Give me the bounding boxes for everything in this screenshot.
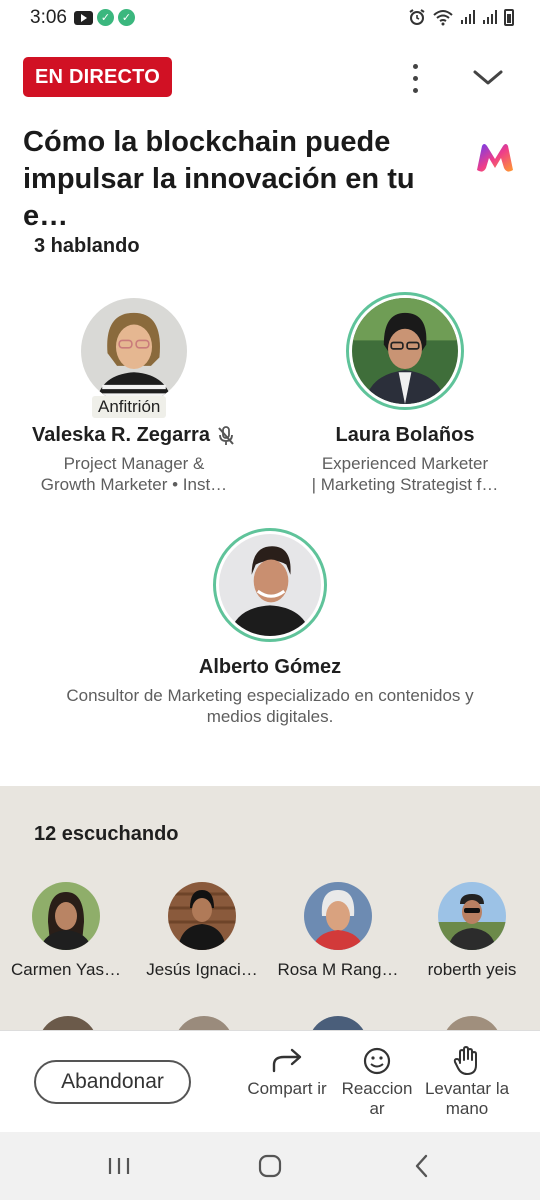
speaker-bio-line: Consultor de Marketing especializado en …: [66, 686, 474, 705]
listener-item[interactable]: roberth yeis: [406, 882, 538, 980]
speaker-bio-line: Project Manager &: [63, 454, 205, 473]
react-button[interactable]: Reaccion ar: [333, 1045, 421, 1123]
avatar: [168, 882, 236, 950]
alarm-icon: [409, 9, 425, 25]
live-badge: EN DIRECTO: [23, 57, 172, 97]
listener-name: Rosa M Rang…: [277, 960, 399, 979]
speaker-bio-line: Growth Marketer • Inst…: [40, 475, 228, 494]
more-vertical-icon: [412, 63, 418, 69]
react-label: Reaccion ar: [341, 1079, 413, 1118]
speaker-name: Valeska R. Zegarra: [32, 424, 210, 446]
check-circle-icon: ✓: [118, 9, 135, 26]
listener-name: Carmen Yas…: [11, 960, 121, 979]
speaker-card[interactable]: Laura Bolaños Experienced Marketer | Mar…: [294, 292, 516, 495]
speaker-card[interactable]: Alberto Gómez Consultor de Marketing esp…: [20, 528, 520, 727]
avatar: [213, 528, 327, 642]
action-bar: Abandonar Compart ir Reaccion ar Levanta…: [0, 1030, 540, 1132]
avatar: [346, 292, 464, 410]
listener-item[interactable]: Rosa M Rang…: [272, 882, 404, 980]
listeners-section: 12 escuchando Carmen Yas… Jesús Ignaci…: [0, 786, 540, 1032]
signal-icon: [483, 10, 497, 24]
signal-icon: [461, 10, 475, 24]
raise-hand-button[interactable]: Levantar la mano: [423, 1045, 511, 1123]
listener-item[interactable]: Carmen Yas…: [0, 882, 132, 980]
leave-button[interactable]: Abandonar: [34, 1060, 191, 1104]
wifi-icon: [433, 10, 453, 26]
recent-apps-icon[interactable]: [104, 1152, 134, 1180]
speaker-bio-line: | Marketing Strategist f…: [311, 475, 499, 494]
status-time: 3:06: [30, 7, 67, 28]
check-circle-icon: ✓: [97, 9, 114, 26]
raise-hand-label: Levantar la mano: [424, 1079, 510, 1118]
back-icon[interactable]: [408, 1152, 436, 1180]
speaker-bio-line: Experienced Marketer: [321, 454, 489, 473]
event-title: Cómo la blockchain puede impulsar la inn…: [23, 126, 415, 232]
youtube-icon: [74, 10, 93, 25]
system-navigation-bar: [0, 1132, 540, 1200]
avatar: [75, 292, 193, 410]
listeners-count-heading: 12 escuchando: [34, 823, 179, 845]
mic-muted-icon: [218, 425, 234, 445]
battery-icon: [504, 8, 514, 26]
share-label: Compart ir: [247, 1079, 327, 1098]
share-button[interactable]: Compart ir: [243, 1045, 331, 1123]
listener-item[interactable]: Jesús Ignaci…: [136, 882, 268, 980]
listener-name: roberth yeis: [427, 960, 517, 979]
share-arrow-icon: [272, 1048, 302, 1073]
home-icon[interactable]: [256, 1152, 284, 1180]
more-vertical-icon-dot: [412, 75, 418, 81]
organizer-logo-icon: [477, 144, 513, 172]
host-tag: Anfitrión: [92, 396, 167, 418]
speaker-name: Laura Bolaños: [335, 424, 475, 446]
smiley-icon: [363, 1047, 391, 1075]
listener-name: Jesús Ignaci…: [146, 960, 258, 979]
speaker-card[interactable]: Anfitrión Valeska R. Zegarra Project Man…: [26, 292, 242, 495]
more-options-button[interactable]: [398, 58, 432, 98]
speaker-bio-line: medios digitales.: [206, 707, 334, 726]
hand-icon: [453, 1046, 477, 1075]
status-bar: 3:06 ✓ ✓: [0, 0, 540, 36]
speakers-count-heading: 3 hablando: [34, 235, 140, 257]
chevron-down-icon[interactable]: [468, 60, 508, 94]
avatar: [32, 882, 100, 950]
speaker-name: Alberto Gómez: [198, 656, 342, 678]
more-vertical-icon-dot: [412, 87, 418, 93]
avatar: [304, 882, 372, 950]
avatar: [438, 882, 506, 950]
